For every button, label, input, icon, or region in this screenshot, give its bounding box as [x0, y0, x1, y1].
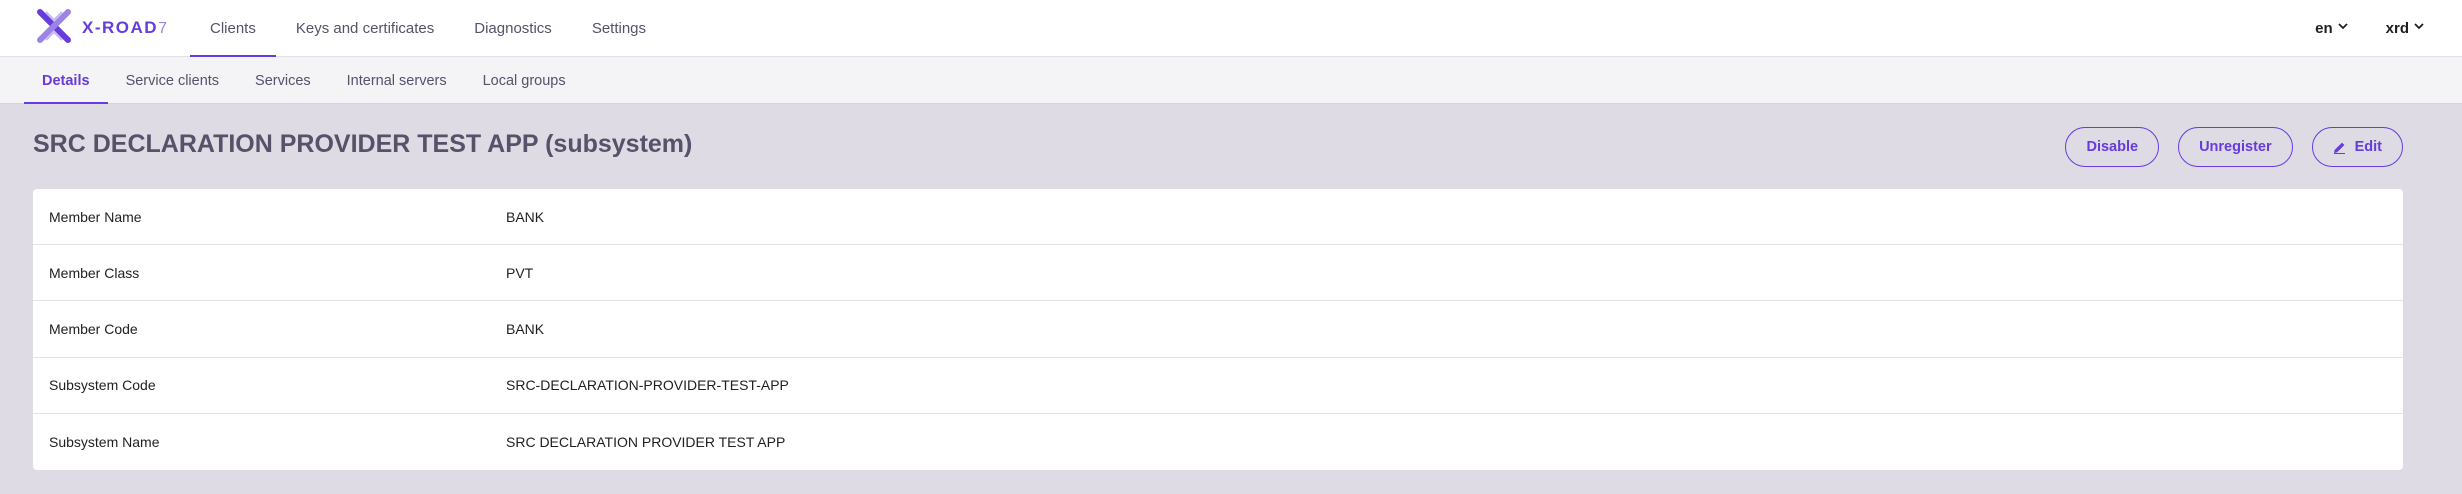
- unregister-button[interactable]: Unregister: [2178, 127, 2293, 167]
- chevron-down-icon: [2414, 22, 2424, 33]
- subtab-details[interactable]: Details: [24, 57, 108, 104]
- language-value: en: [2315, 20, 2333, 37]
- subtab-local-groups[interactable]: Local groups: [465, 57, 584, 104]
- username: xrd: [2385, 20, 2409, 37]
- subtab-label: Internal servers: [346, 72, 447, 89]
- detail-label: Member Name: [49, 208, 142, 225]
- tab-diagnostics[interactable]: Diagnostics: [454, 0, 572, 57]
- sub-tabs: Details Service clients Services Interna…: [24, 57, 584, 104]
- edit-button-label: Edit: [2354, 139, 2382, 155]
- tab-keys-and-certificates[interactable]: Keys and certificates: [276, 0, 454, 57]
- language-selector[interactable]: en: [2315, 20, 2348, 37]
- top-right-controls: en xrd: [2315, 0, 2462, 57]
- tab-label: Settings: [591, 20, 647, 37]
- subtab-internal-servers[interactable]: Internal servers: [329, 57, 465, 104]
- sub-navigation-bar: Details Service clients Services Interna…: [0, 57, 2462, 104]
- subtab-label: Details: [42, 72, 90, 89]
- details-card: Member Name BANK Member Class PVT Member…: [33, 189, 2403, 470]
- main-tabs: Clients Keys and certificates Diagnostic…: [190, 0, 666, 57]
- detail-label: Subsystem Name: [49, 433, 160, 450]
- tab-label: Diagnostics: [474, 20, 552, 37]
- top-navigation-bar: X-ROAD7 Clients Keys and certificates Di…: [0, 0, 2462, 57]
- detail-value: BANK: [506, 320, 545, 337]
- tab-settings[interactable]: Settings: [572, 0, 666, 57]
- page-actions: Disable Unregister Edit: [2065, 127, 2403, 167]
- x-road-logo-icon: [36, 8, 72, 49]
- disable-button[interactable]: Disable: [2065, 127, 2160, 167]
- pencil-icon: [2333, 141, 2346, 154]
- tab-clients[interactable]: Clients: [190, 0, 276, 57]
- detail-value: SRC DECLARATION PROVIDER TEST APP: [506, 433, 786, 450]
- subtab-label: Local groups: [482, 72, 566, 89]
- page-title: SRC DECLARATION PROVIDER TEST APP (subsy…: [33, 130, 693, 158]
- logo-text: X-ROAD7: [82, 18, 169, 37]
- subtab-services[interactable]: Services: [237, 57, 329, 104]
- detail-label: Member Code: [49, 320, 138, 337]
- chevron-down-icon: [2338, 22, 2348, 33]
- subtab-label: Services: [255, 72, 311, 89]
- tab-label: Clients: [210, 20, 256, 37]
- user-menu[interactable]: xrd: [2386, 20, 2424, 37]
- detail-row-subsystem-name: Subsystem Name SRC DECLARATION PROVIDER …: [33, 414, 2403, 470]
- tab-label: Keys and certificates: [295, 20, 435, 37]
- detail-label: Subsystem Code: [49, 377, 156, 394]
- app-logo[interactable]: X-ROAD7: [36, 8, 169, 49]
- detail-value: PVT: [506, 264, 534, 281]
- subtab-label: Service clients: [125, 72, 220, 89]
- detail-value: BANK: [506, 208, 545, 225]
- detail-row-member-class: Member Class PVT: [33, 245, 2403, 302]
- subtab-service-clients[interactable]: Service clients: [108, 57, 237, 104]
- detail-label: Member Class: [49, 264, 140, 281]
- logo-version: 7: [158, 20, 169, 37]
- detail-value: SRC-DECLARATION-PROVIDER-TEST-APP: [506, 377, 789, 394]
- detail-row-member-code: Member Code BANK: [33, 301, 2403, 358]
- edit-button[interactable]: Edit: [2311, 127, 2403, 167]
- detail-row-member-name: Member Name BANK: [33, 189, 2403, 246]
- detail-row-subsystem-code: Subsystem Code SRC-DECLARATION-PROVIDER-…: [33, 358, 2403, 414]
